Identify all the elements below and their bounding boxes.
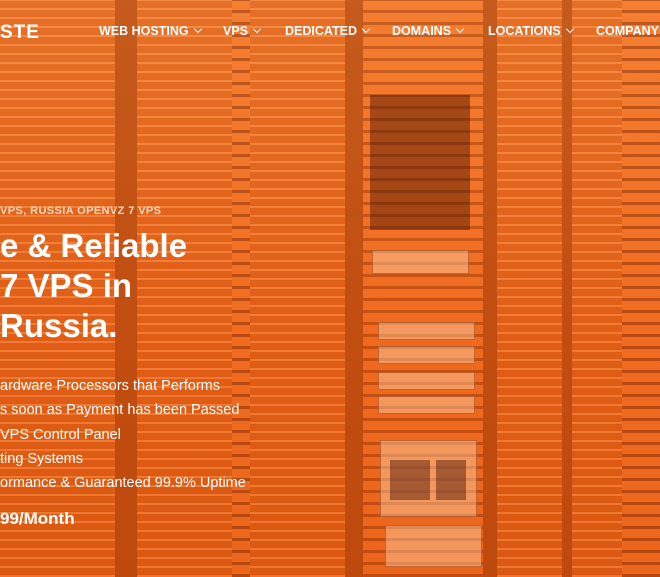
nav-item-label: DOMAINS	[392, 24, 452, 38]
chevron-down-icon	[361, 24, 371, 34]
nav-item-label: WEB HOSTING	[99, 24, 189, 38]
hero-breadcrumb: VPS, RUSSIA OPENVZ 7 VPS	[0, 205, 162, 217]
top-navigation: STE WEB HOSTING VPS DEDICATED DOMAINS LO…	[0, 0, 660, 64]
nav-item-locations[interactable]: LOCATIONS	[488, 24, 574, 38]
nav-item-label: VPS	[223, 24, 249, 38]
feature-item: ardware Processors that Performs	[0, 378, 220, 394]
nav-item-vps[interactable]: VPS	[223, 24, 262, 38]
feature-item: ting Systems	[0, 450, 83, 467]
nav-item-company[interactable]: COMPANY	[596, 24, 659, 38]
price-label: 99/Month	[0, 509, 75, 528]
feature-item: ormance & Guaranteed 99.9% Uptime	[0, 475, 246, 492]
nav-item-web-hosting[interactable]: WEB HOSTING	[99, 24, 202, 38]
chevron-down-icon	[565, 24, 574, 34]
feature-item: VPS Control Panel	[0, 426, 121, 443]
headline-line: Russia.	[0, 307, 118, 344]
nav-item-label: DEDICATED	[285, 24, 357, 38]
nav-item-dedicated[interactable]: DEDICATED	[285, 24, 371, 38]
hero-headline: e & Reliable 7 VPS in Russia.	[0, 226, 187, 346]
headline-line: e & Reliable	[0, 227, 188, 264]
brand-logo[interactable]: STE	[0, 22, 40, 44]
nav-item-label: COMPANY	[596, 24, 659, 38]
chevron-down-icon	[193, 24, 202, 34]
feature-item: s soon as Payment has been Passed	[0, 402, 240, 419]
feature-list: ardware Processors that Performs s soon …	[0, 374, 246, 495]
chevron-down-icon	[455, 24, 465, 34]
nav-item-label: LOCATIONS	[488, 24, 561, 38]
headline-line: 7 VPS in	[0, 267, 133, 304]
nav-item-domains[interactable]: DOMAINS	[392, 24, 465, 38]
chevron-down-icon	[252, 24, 262, 34]
